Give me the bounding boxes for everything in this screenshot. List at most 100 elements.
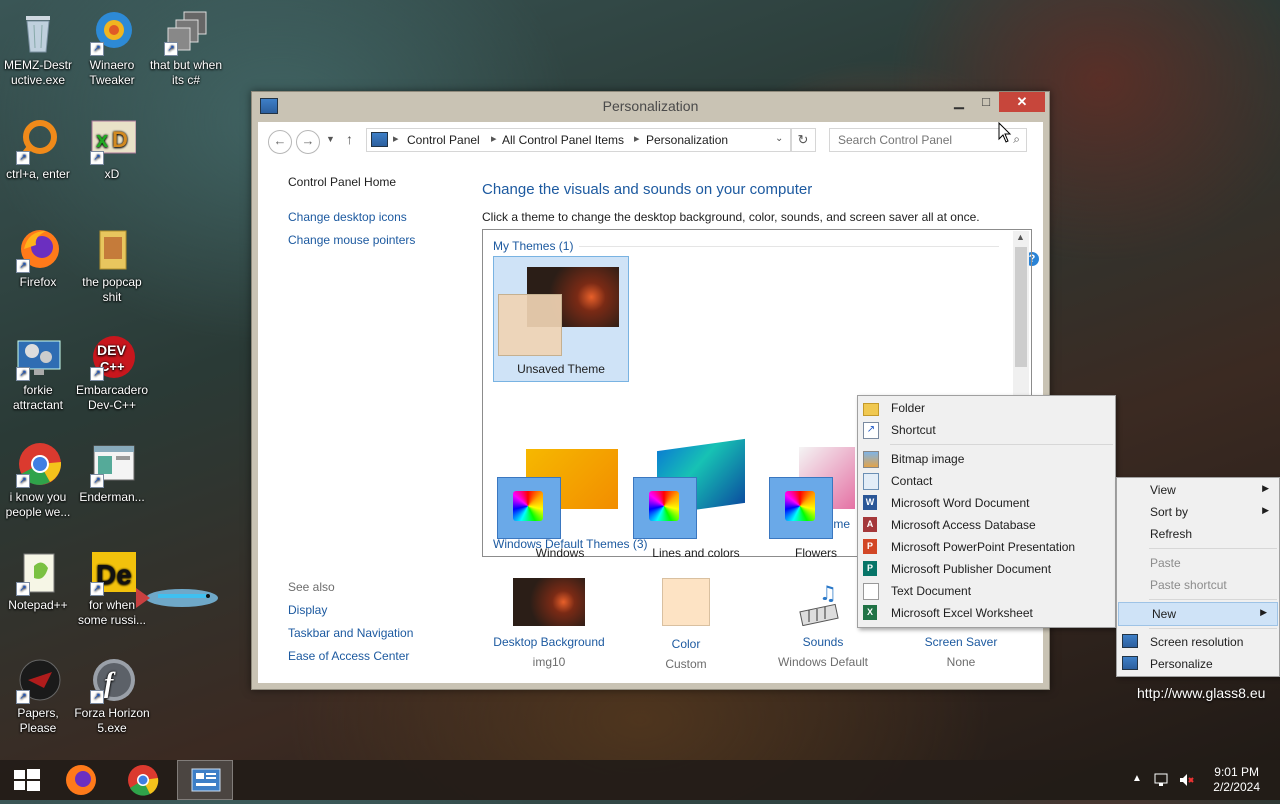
start-button[interactable] xyxy=(0,760,56,800)
desktop-icon-label: that but when its c# xyxy=(149,58,223,87)
desktop-icon-devcpp[interactable]: DEV C++ ↗ Embarcadero Dev-C++ xyxy=(74,333,150,413)
recent-locations-dropdown[interactable]: ▼ xyxy=(326,134,335,144)
sounds-icon: ♫ xyxy=(799,578,847,627)
my-themes-header[interactable]: My Themes (1) xyxy=(493,239,573,253)
screen-saver-label[interactable]: Screen Saver xyxy=(896,635,1026,649)
fish-icon xyxy=(136,580,228,619)
desktop-icon-label: Embarcadero Dev-C++ xyxy=(75,383,149,412)
color-setting[interactable]: Color Custom xyxy=(621,578,751,671)
svg-text:x: x xyxy=(96,127,109,152)
breadcrumb-all-items[interactable]: All Control Panel Items xyxy=(502,133,624,147)
search-icon[interactable]: ⌕ xyxy=(1013,132,1020,147)
theme-windows[interactable]: Windows xyxy=(493,437,627,559)
desktop-icon-winaero[interactable]: ↗ Winaero Tweaker xyxy=(74,8,150,88)
menu-item-powerpoint[interactable]: P Microsoft PowerPoint Presentation xyxy=(858,536,1115,558)
color-label[interactable]: Color xyxy=(621,637,751,651)
papers-please-icon: ↗ xyxy=(14,656,62,704)
search-input[interactable] xyxy=(836,132,1000,148)
show-hidden-icons-button[interactable]: ▲ xyxy=(1132,773,1142,784)
desktop-icon-enderman[interactable]: ↗ Enderman... xyxy=(74,440,150,505)
breadcrumb-personalization[interactable]: Personalization xyxy=(646,133,728,147)
menu-item-access[interactable]: A Microsoft Access Database xyxy=(858,514,1115,536)
menu-item-new[interactable]: New ▶ xyxy=(1118,602,1278,626)
theme-unsaved[interactable]: Unsaved Theme xyxy=(493,256,629,382)
minimize-button[interactable]: ▁ xyxy=(945,92,973,112)
menu-item-screen-resolution[interactable]: Screen resolution xyxy=(1117,631,1279,653)
taskbar-clock[interactable]: 9:01 PM 2/2/2024 xyxy=(1213,765,1260,795)
svg-text:DEV: DEV xyxy=(97,342,126,358)
mouse-cursor-icon xyxy=(998,121,1012,147)
desktop-icon-memz[interactable]: MEMZ-Destr uctive.exe xyxy=(0,8,76,88)
menu-item-view[interactable]: View ▶ xyxy=(1117,479,1279,501)
scroll-thumb[interactable] xyxy=(1015,247,1027,367)
screen-saver-value: None xyxy=(946,655,976,669)
desktop-background-setting[interactable]: Desktop Background img10 xyxy=(484,578,614,669)
menu-item-refresh[interactable]: Refresh xyxy=(1117,523,1279,545)
close-button[interactable]: ✕ xyxy=(999,92,1045,112)
back-button[interactable]: ← xyxy=(268,130,292,154)
taskbar-navigation-link[interactable]: Taskbar and Navigation xyxy=(288,626,413,640)
folder-icon xyxy=(863,403,879,416)
group-divider xyxy=(579,246,999,247)
desktop-icon-label: Notepad++ xyxy=(8,598,68,612)
submenu-arrow-icon: ▶ xyxy=(1260,607,1267,617)
title-bar[interactable]: Personalization ▁ □ ✕ xyxy=(252,92,1049,120)
menu-item-personalize[interactable]: Personalize xyxy=(1117,653,1279,675)
menu-item-word[interactable]: W Microsoft Word Document xyxy=(858,492,1115,514)
theme-lines-colors[interactable]: Lines and colors xyxy=(629,437,763,559)
shortcut-arrow-icon: ↗ xyxy=(90,582,104,596)
shortcut-arrow-icon: ↗ xyxy=(90,151,104,165)
desktop-icon-xd[interactable]: xD ↗ xD xyxy=(74,117,150,182)
up-button[interactable]: ↑ xyxy=(346,131,353,147)
change-mouse-pointers-link[interactable]: Change mouse pointers xyxy=(288,233,415,247)
desktop-icon-chrome[interactable]: ↗ i know you people we... xyxy=(0,440,76,520)
theme-flowers[interactable]: Flowers xyxy=(765,437,855,559)
personalize-icon xyxy=(1122,656,1138,670)
ease-of-access-link[interactable]: Ease of Access Center xyxy=(288,649,409,663)
sounds-label[interactable]: Sounds xyxy=(758,635,888,649)
menu-item-sort-by[interactable]: Sort by ▶ xyxy=(1117,501,1279,523)
menu-item-excel[interactable]: X Microsoft Excel Worksheet xyxy=(858,602,1115,624)
menu-item-contact[interactable]: Contact xyxy=(858,470,1115,492)
desktop-icon-label: xD xyxy=(104,167,120,181)
address-dropdown-icon[interactable]: ⌄ xyxy=(775,133,783,144)
taskbar-chrome[interactable] xyxy=(115,760,171,800)
maximize-button[interactable]: □ xyxy=(973,92,999,112)
volume-muted-icon[interactable] xyxy=(1178,772,1194,791)
breadcrumb-control-panel[interactable]: Control Panel xyxy=(407,133,480,147)
menu-item-folder[interactable]: Folder xyxy=(858,397,1115,419)
menu-item-bitmap[interactable]: Bitmap image xyxy=(858,448,1115,470)
taskbar-control-panel[interactable] xyxy=(177,760,233,800)
menu-item-text-document[interactable]: Text Document xyxy=(858,580,1115,602)
desktop-icon-papers[interactable]: ↗ Papers, Please xyxy=(0,656,76,736)
address-bar[interactable]: ▸ Control Panel ▸ All Control Panel Item… xyxy=(366,128,792,152)
watermark-url: http://www.glass8.eu xyxy=(1137,685,1266,701)
chrome-icon: ↗ xyxy=(14,440,62,488)
desktop-icon-popcap[interactable]: the popcap shit xyxy=(74,225,150,305)
desktop-icon-notepadpp[interactable]: ↗ Notepad++ xyxy=(0,548,76,613)
word-document-icon: W xyxy=(863,495,877,510)
change-desktop-icons-link[interactable]: Change desktop icons xyxy=(288,210,407,224)
scroll-up-icon[interactable]: ▲ xyxy=(1016,232,1025,242)
control-panel-icon xyxy=(371,132,388,147)
display-link[interactable]: Display xyxy=(288,603,327,617)
desktop-background-label[interactable]: Desktop Background xyxy=(484,635,614,649)
desktop-icon-forkie[interactable]: ↗ forkie attractant xyxy=(0,333,76,413)
xd-icon: xD ↗ xyxy=(88,117,137,165)
menu-item-paste-shortcut[interactable]: Paste shortcut xyxy=(1117,574,1279,596)
refresh-button[interactable]: ↻ xyxy=(790,128,816,152)
contact-icon xyxy=(863,473,879,490)
shortcut-arrow-icon: ↗ xyxy=(90,690,104,704)
menu-item-paste[interactable]: Paste xyxy=(1117,552,1279,574)
menu-item-shortcut[interactable]: ↗ Shortcut xyxy=(858,419,1115,441)
forward-button[interactable]: → xyxy=(296,130,320,154)
notepad-icon: ↗ xyxy=(14,548,62,596)
menu-item-publisher[interactable]: P Microsoft Publisher Document xyxy=(858,558,1115,580)
desktop-icon-ring[interactable]: ↗ ctrl+a, enter xyxy=(0,117,76,182)
desktop-icon-firefox[interactable]: ↗ Firefox xyxy=(0,225,76,290)
taskbar-firefox[interactable] xyxy=(54,760,110,800)
network-icon[interactable] xyxy=(1154,772,1170,791)
desktop-icon-forza[interactable]: f ↗ Forza Horizon 5.exe xyxy=(74,656,150,736)
control-panel-home-link[interactable]: Control Panel Home xyxy=(288,175,396,189)
desktop-icon-stack[interactable]: ↗ that but when its c# xyxy=(148,8,224,88)
